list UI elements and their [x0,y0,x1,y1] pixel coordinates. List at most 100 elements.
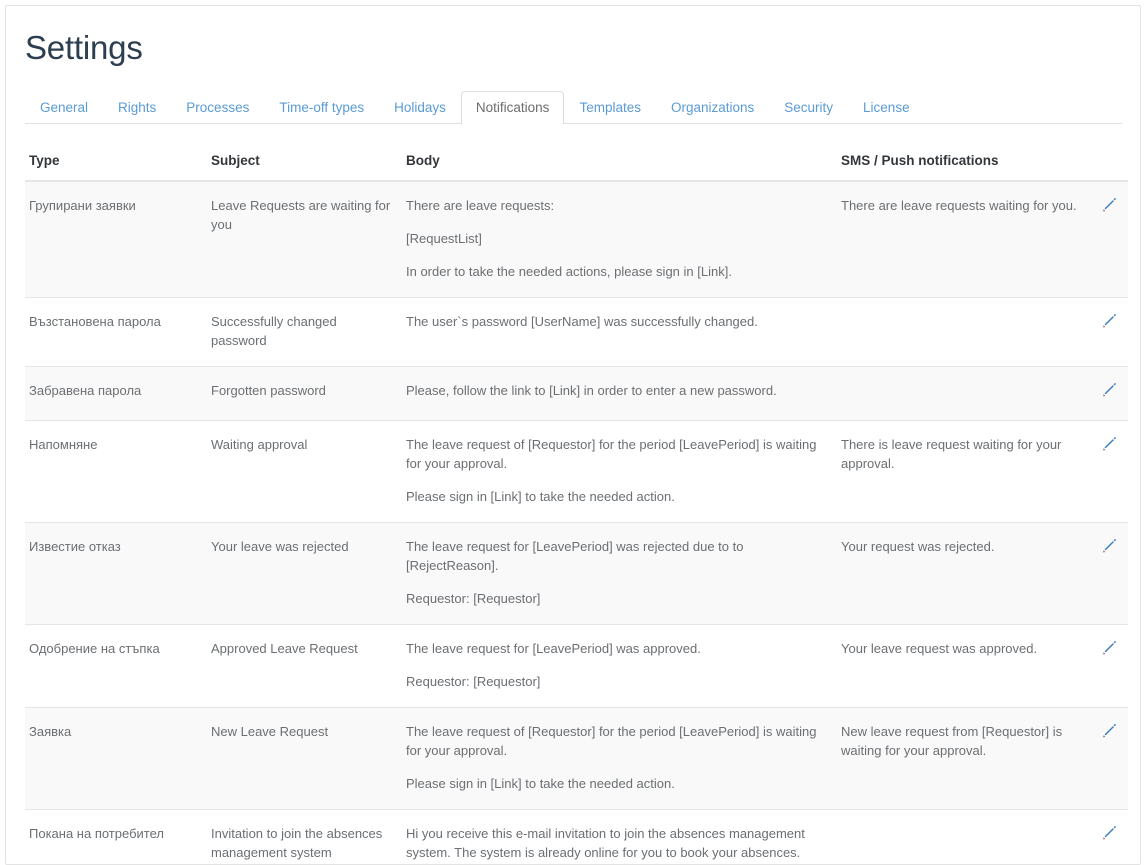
cell-actions [1088,298,1128,367]
column-header-type: Type [25,124,207,181]
cell-subject-paragraph: Approved Leave Request [211,639,392,658]
cell-type: Групирани заявки [25,181,207,298]
pencil-icon[interactable] [1100,722,1118,740]
table-row: Групирани заявкиLeave Requests are waiti… [25,181,1128,298]
cell-subject: Successfully changed password [207,298,402,367]
pencil-icon[interactable] [1100,639,1118,657]
table-row: Възстановена паролаSuccessfully changed … [25,298,1128,367]
cell-type: Покана на потребител [25,810,207,865]
pencil-icon[interactable] [1100,312,1118,330]
cell-sms [837,810,1088,865]
cell-subject: New Leave Request [207,708,402,810]
pencil-icon[interactable] [1100,537,1118,555]
cell-body-paragraph: [RequestList] [406,229,827,248]
cell-body: The user`s password [UserName] was succe… [402,298,837,367]
table-header-row: TypeSubjectBodySMS / Push notifications [25,124,1128,181]
cell-body: The leave request for [LeavePeriod] was … [402,523,837,625]
cell-subject: Forgotten password [207,367,402,421]
table-row: Одобрение на стъпкаApproved Leave Reques… [25,625,1128,708]
tab-holidays[interactable]: Holidays [379,91,461,124]
cell-sms: Your leave request was approved. [837,625,1088,708]
tab-processes[interactable]: Processes [171,91,264,124]
cell-body-paragraph: Requestor: [Requestor] [406,589,827,608]
cell-body: The leave request for [LeavePeriod] was … [402,625,837,708]
cell-actions [1088,367,1128,421]
cell-sms: There is leave request waiting for your … [837,421,1088,523]
column-header-sms-push-notifications: SMS / Push notifications [837,124,1088,181]
cell-type: Известие отказ [25,523,207,625]
cell-subject: Invitation to join the absences manageme… [207,810,402,865]
cell-sms: There are leave requests waiting for you… [837,181,1088,298]
cell-body-paragraph: The leave request of [Requestor] for the… [406,435,827,473]
cell-subject: Your leave was rejected [207,523,402,625]
pencil-icon[interactable] [1100,824,1118,842]
cell-type: Напомняне [25,421,207,523]
pencil-icon[interactable] [1100,435,1118,453]
cell-body: There are leave requests: [RequestList] In… [402,181,837,298]
cell-sms-paragraph: Your leave request was approved. [841,639,1078,658]
tab-license[interactable]: License [848,91,925,124]
cell-body-paragraph: Requestor: [Requestor] [406,672,827,691]
tab-general[interactable]: General [25,91,103,124]
cell-sms [837,298,1088,367]
pencil-icon[interactable] [1100,381,1118,399]
notifications-table: TypeSubjectBodySMS / Push notifications … [25,124,1128,865]
table-row: НапомнянеWaiting approval The leave reque… [25,421,1128,523]
cell-body-paragraph: Hi you receive this e-mail invitation to… [406,824,827,862]
cell-body-paragraph: Please sign in [Link] to take the needed… [406,774,827,793]
cell-body-paragraph: Please, follow the link to [Link] in ord… [406,381,827,400]
tab-security[interactable]: Security [769,91,848,124]
cell-subject-paragraph: Waiting approval [211,435,392,454]
cell-body-paragraph: In order to take the needed actions, ple… [406,262,827,281]
cell-actions [1088,181,1128,298]
pencil-icon[interactable] [1100,196,1118,214]
cell-sms: New leave request from [Requestor] is wa… [837,708,1088,810]
cell-body: Please, follow the link to [Link] in ord… [402,367,837,421]
tab-organizations[interactable]: Organizations [656,91,769,124]
cell-subject-paragraph: Successfully changed password [211,312,392,350]
cell-sms: Your request was rejected. [837,523,1088,625]
table-row: Известие отказYour leave was rejected The… [25,523,1128,625]
column-header-body: Body [402,124,837,181]
cell-actions [1088,810,1128,865]
cell-subject: Waiting approval [207,421,402,523]
cell-actions [1088,625,1128,708]
cell-subject-paragraph: New Leave Request [211,722,392,741]
cell-body-paragraph: The user`s password [UserName] was succe… [406,312,827,331]
cell-body-paragraph: There are leave requests: [406,196,827,215]
cell-body: The leave request of [Requestor] for the… [402,708,837,810]
table-head: TypeSubjectBodySMS / Push notifications [25,124,1128,181]
cell-type: Одобрение на стъпка [25,625,207,708]
column-header-actions [1088,124,1128,181]
page-title: Settings [6,6,1140,68]
tab-time-off-types[interactable]: Time-off types [264,91,379,124]
tab-notifications[interactable]: Notifications [461,91,565,124]
settings-tab-bar: GeneralRightsProcessesTime-off typesHoli… [25,91,1122,124]
cell-subject-paragraph: Forgotten password [211,381,392,400]
tab-templates[interactable]: Templates [564,91,656,124]
cell-subject-paragraph: Leave Requests are waiting for you [211,196,392,234]
cell-body-paragraph: The leave request for [LeavePeriod] was … [406,639,827,658]
cell-body: Hi you receive this e-mail invitation to… [402,810,837,865]
cell-sms-paragraph: Your request was rejected. [841,537,1078,556]
column-header-subject: Subject [207,124,402,181]
cell-body: The leave request of [Requestor] for the… [402,421,837,523]
cell-subject: Approved Leave Request [207,625,402,708]
table-row: ЗаявкаNew Leave Request The leave request… [25,708,1128,810]
table-row: Покана на потребителInvitation to join t… [25,810,1128,865]
cell-type: Забравена парола [25,367,207,421]
cell-subject-paragraph: Invitation to join the absences manageme… [211,824,392,862]
cell-type: Възстановена парола [25,298,207,367]
cell-body-paragraph: Please sign in [Link] to take the needed… [406,487,827,506]
cell-sms-paragraph: There is leave request waiting for your … [841,435,1078,473]
cell-actions [1088,708,1128,810]
tab-rights[interactable]: Rights [103,91,171,124]
cell-sms [837,367,1088,421]
cell-actions [1088,523,1128,625]
cell-actions [1088,421,1128,523]
cell-body-paragraph: The leave request for [LeavePeriod] was … [406,537,827,575]
cell-subject-paragraph: Your leave was rejected [211,537,392,556]
cell-type: Заявка [25,708,207,810]
table-row: Забравена паролаForgotten password Please… [25,367,1128,421]
notifications-table-wrap: TypeSubjectBodySMS / Push notifications … [25,124,1128,865]
